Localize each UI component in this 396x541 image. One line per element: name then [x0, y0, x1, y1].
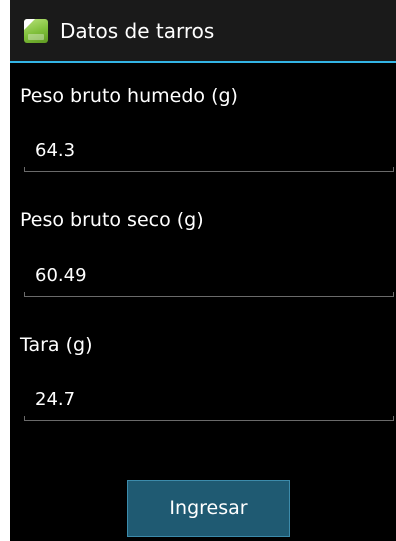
android-app-icon: [24, 19, 48, 43]
input-value[interactable]: 60.49: [35, 265, 87, 286]
app-screen: Datos de tarros Peso bruto humedo (g) 64…: [10, 0, 396, 541]
action-bar: Datos de tarros: [10, 0, 396, 61]
input-peso-bruto-seco[interactable]: 60.49: [24, 257, 394, 297]
input-value[interactable]: 64.3: [35, 140, 75, 161]
label-tara: Tara (g): [20, 334, 93, 356]
input-underline: [24, 420, 394, 421]
app-title: Datos de tarros: [60, 19, 215, 43]
input-value[interactable]: 24.7: [35, 389, 75, 410]
input-tara[interactable]: 24.7: [24, 381, 394, 421]
action-bar-divider: [10, 61, 396, 63]
input-underline: [24, 296, 394, 297]
input-underline: [24, 171, 394, 172]
ingresar-button[interactable]: Ingresar: [127, 480, 290, 537]
label-peso-bruto-seco: Peso bruto seco (g): [20, 209, 204, 231]
label-peso-bruto-humedo: Peso bruto humedo (g): [20, 85, 238, 107]
input-peso-bruto-humedo[interactable]: 64.3: [24, 132, 394, 172]
